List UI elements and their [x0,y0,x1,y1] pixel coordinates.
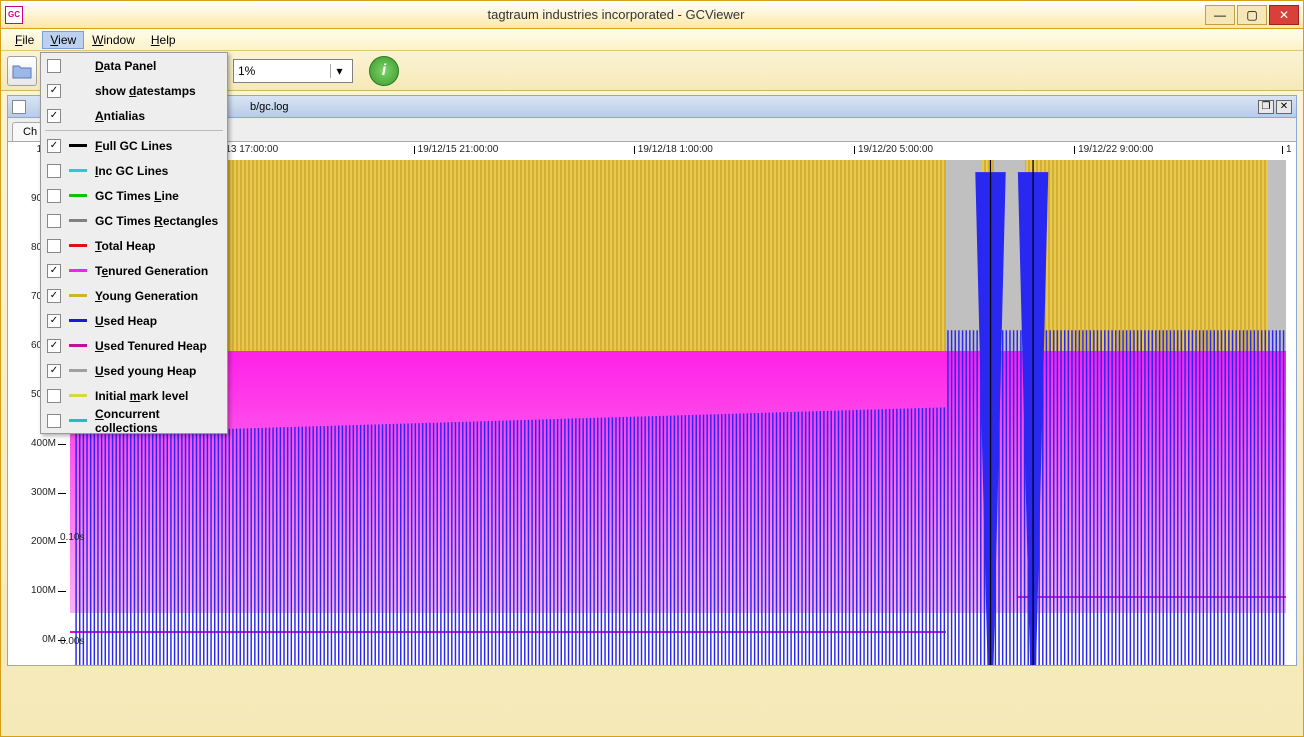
menu-separator [45,130,223,131]
menu-full-gc-lines[interactable]: ✓ Full GC Lines [41,133,227,158]
menu-initial-mark[interactable]: Initial mark level [41,383,227,408]
folder-icon [12,63,32,79]
menu-file[interactable]: File [7,31,42,49]
x-tick-label: 1 [1286,144,1292,155]
dropdown-arrow-icon: ▾ [330,64,348,78]
color-swatch [69,344,87,347]
checkbox-icon [47,189,61,203]
menu-gc-times-line[interactable]: GC Times Line [41,183,227,208]
y-tick-label: 400M [31,438,56,449]
menu-show-datestamps[interactable]: ✓ show datestamps [41,78,227,103]
menu-total-heap[interactable]: Total Heap [41,233,227,258]
menu-used-heap[interactable]: ✓ Used Heap [41,308,227,333]
y-tick-label: 200M [31,536,56,547]
checkbox-icon: ✓ [47,109,61,123]
doc-close-button[interactable]: ✕ [1276,100,1292,114]
color-swatch [69,144,87,147]
open-button[interactable] [7,56,37,86]
document-icon [12,100,26,114]
menu-data-panel[interactable]: Data Panel [41,53,227,78]
x-axis: :0019/12/13 17:00:0019/12/15 21:00:0019/… [63,142,1286,160]
checkbox-icon: ✓ [47,84,61,98]
y2-tick-label: 0.00s [60,636,84,647]
checkbox-icon [47,239,61,253]
x-tick-label: 19/12/20 5:00:00 [858,144,933,155]
x-tick-label: 19/12/22 9:00:00 [1078,144,1153,155]
checkbox-icon: ✓ [47,314,61,328]
doc-restore-button[interactable]: ❐ [1258,100,1274,114]
menu-used-young[interactable]: ✓ Used young Heap [41,358,227,383]
maximize-button[interactable]: ▢ [1237,5,1267,25]
menu-window[interactable]: Window [84,31,143,49]
window-titlebar: GC tagtraum industries incorporated - GC… [1,1,1303,29]
menu-help[interactable]: Help [143,31,184,49]
checkbox-icon [47,214,61,228]
menu-tenured-gen[interactable]: ✓ Tenured Generation [41,258,227,283]
menu-young-gen[interactable]: ✓ Young Generation [41,283,227,308]
menu-gc-times-rect[interactable]: GC Times Rectangles [41,208,227,233]
color-swatch [69,419,87,422]
x-tick-label: 19/12/18 1:00:00 [638,144,713,155]
view-dropdown: Data Panel ✓ show datestamps ✓ Antialias… [40,52,228,434]
color-swatch [69,169,87,172]
x-tick-label: 19/12/15 21:00:00 [418,144,499,155]
menu-inc-gc-lines[interactable]: Inc GC Lines [41,158,227,183]
minimize-button[interactable]: — [1205,5,1235,25]
checkbox-icon [47,414,61,428]
menu-antialias[interactable]: ✓ Antialias [41,103,227,128]
menubar: File View Window Help [1,29,1303,51]
checkbox-icon [47,59,61,73]
y2-tick-label: 0.10s [60,532,84,543]
used-heap-spikes [70,160,1286,665]
plot-region [70,160,1286,663]
y-tick-label: 0M [42,634,56,645]
menu-view[interactable]: View [42,31,84,49]
zoom-value: 1% [238,64,255,78]
color-swatch [69,244,87,247]
color-swatch [69,269,87,272]
close-button[interactable]: ✕ [1269,5,1299,25]
menu-concurrent[interactable]: Concurrent collections [41,408,227,433]
color-swatch [69,294,87,297]
color-swatch [69,194,87,197]
window-title: tagtraum industries incorporated - GCVie… [29,7,1203,22]
checkbox-icon: ✓ [47,339,61,353]
checkbox-icon: ✓ [47,264,61,278]
color-swatch [69,394,87,397]
y-tick-label: 100M [31,585,56,596]
y-tick-label: 300M [31,487,56,498]
color-swatch [69,369,87,372]
menu-used-tenured[interactable]: ✓ Used Tenured Heap [41,333,227,358]
info-button[interactable]: i [369,56,399,86]
app-icon: GC [5,6,23,24]
checkbox-icon: ✓ [47,289,61,303]
checkbox-icon [47,389,61,403]
checkbox-icon: ✓ [47,139,61,153]
color-swatch [69,219,87,222]
color-swatch [69,319,87,322]
checkbox-icon: ✓ [47,364,61,378]
zoom-combo[interactable]: 1% ▾ [233,59,353,83]
checkbox-icon [47,164,61,178]
